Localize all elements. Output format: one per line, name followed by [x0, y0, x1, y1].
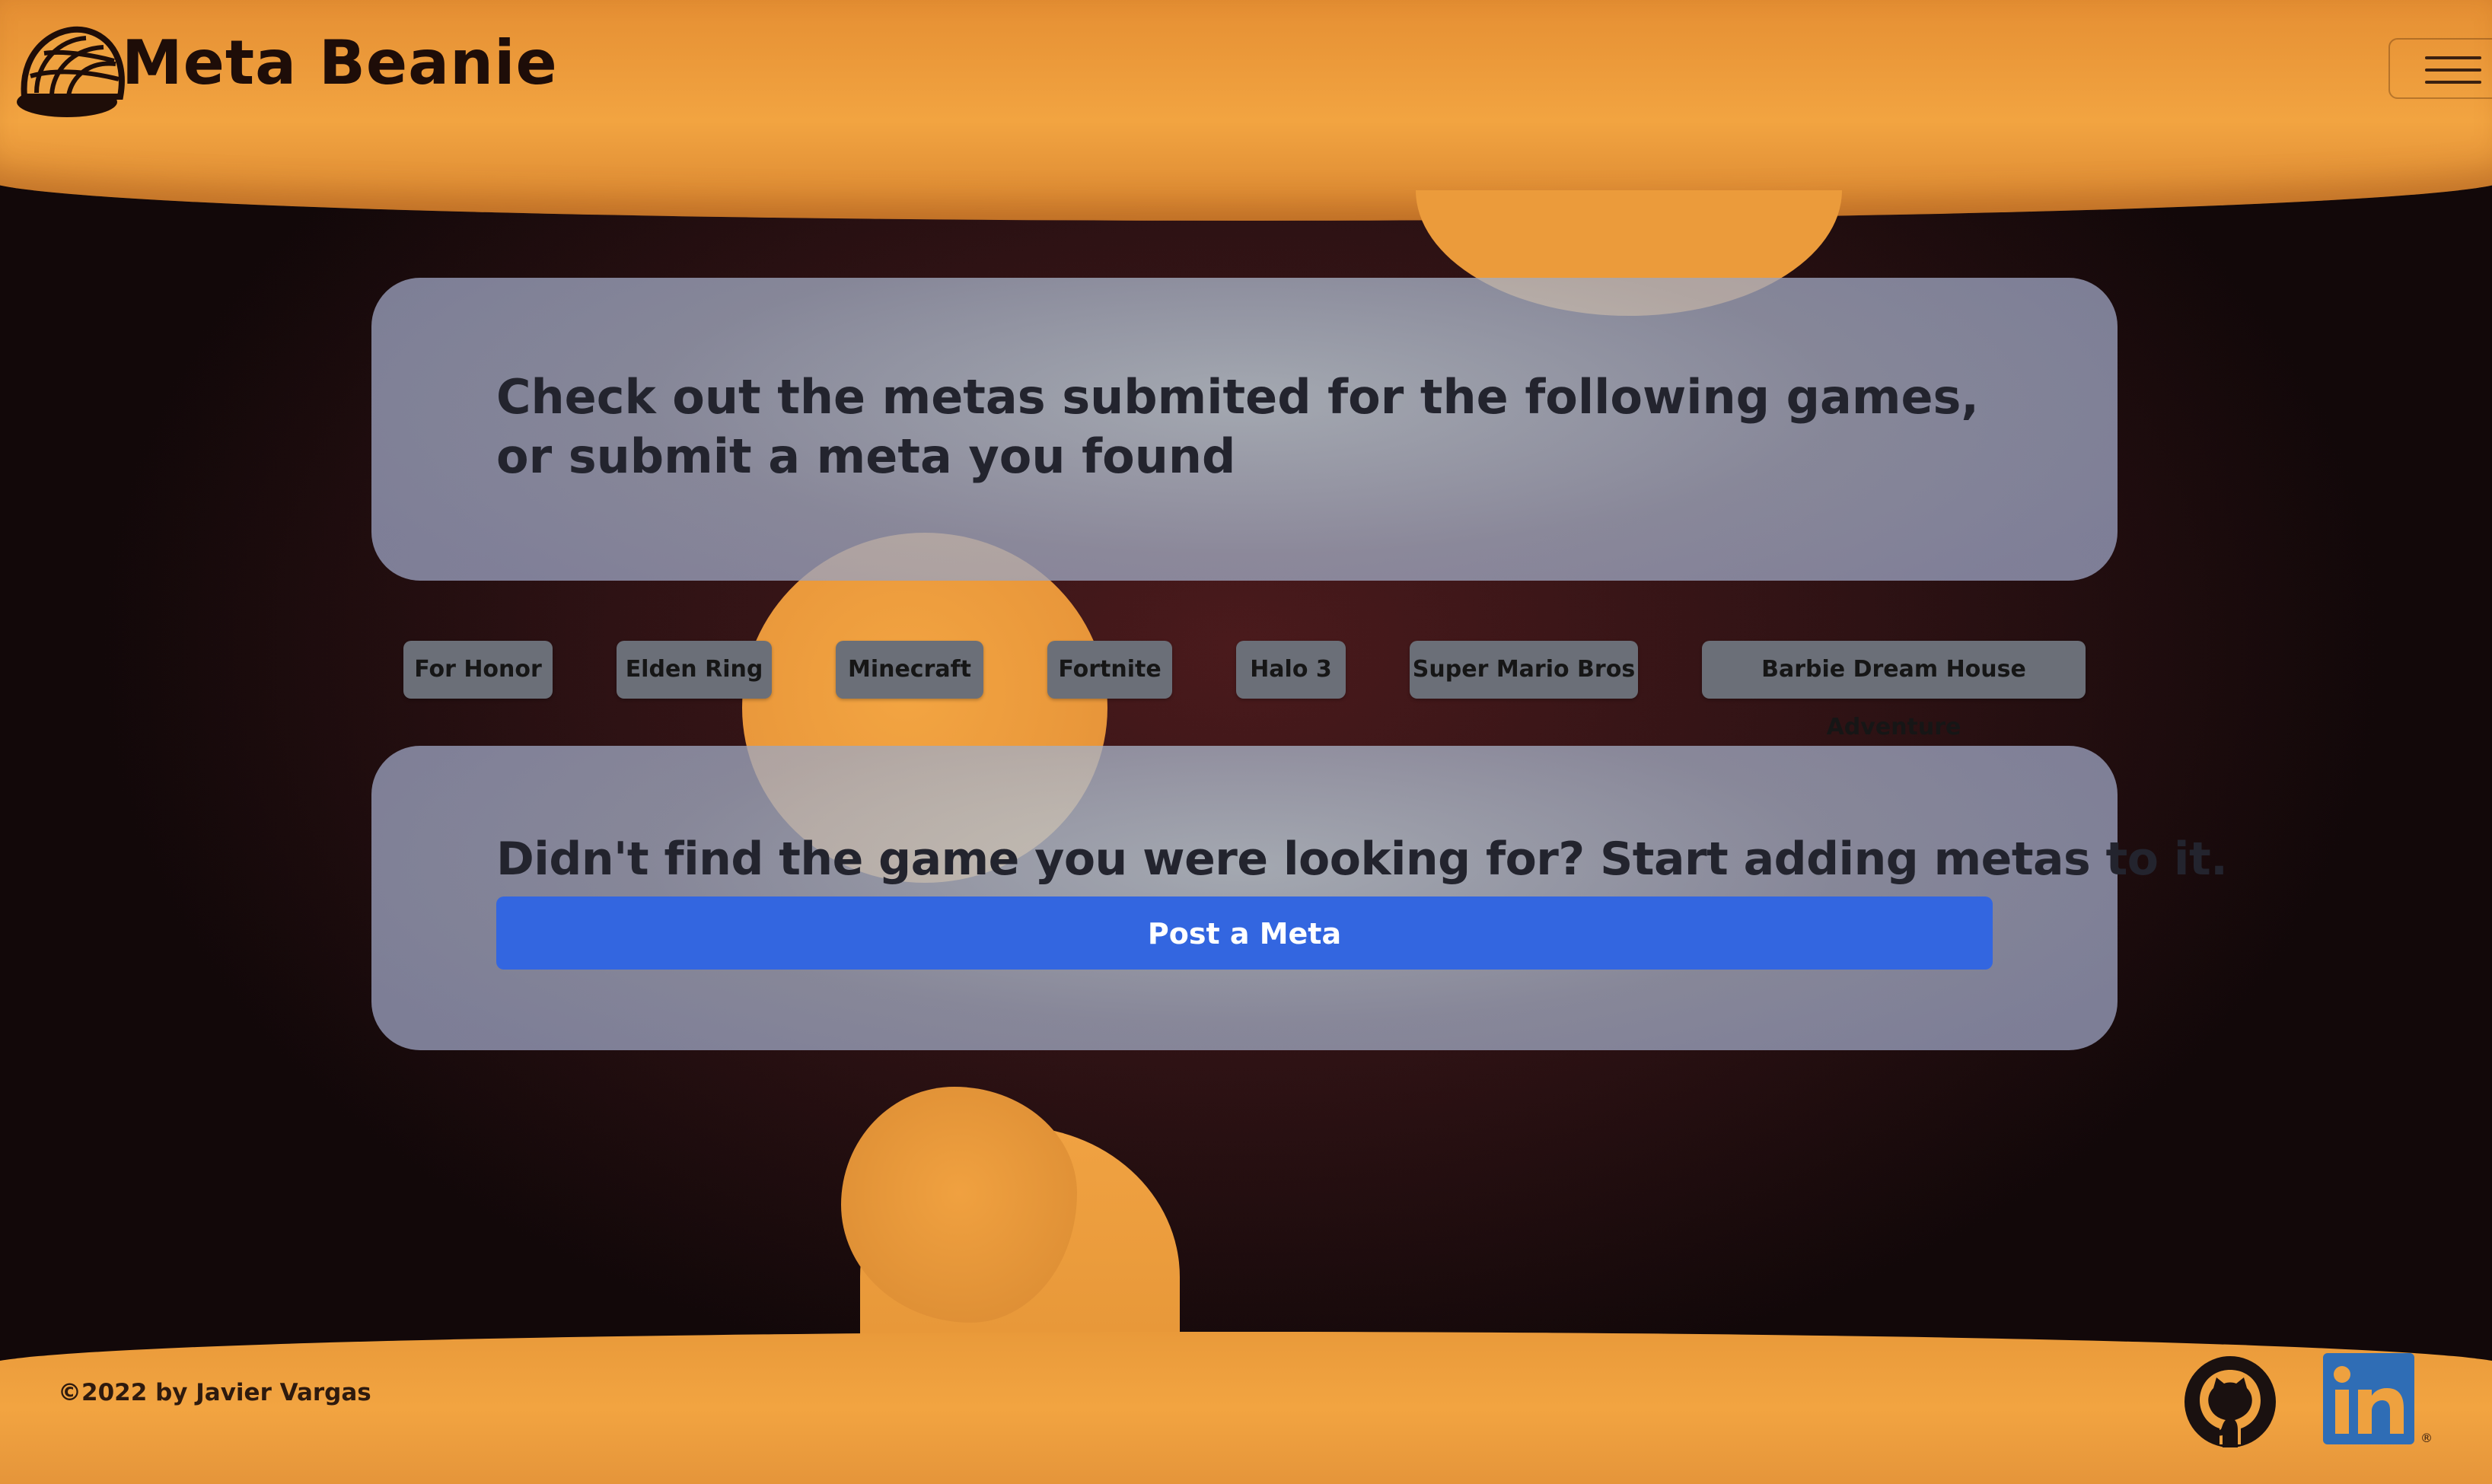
site-footer: ©2022 by Javier Vargas ®: [0, 1339, 2492, 1447]
hamburger-menu-icon: [2425, 56, 2481, 59]
brand-name: Meta Beanie: [122, 27, 558, 98]
github-icon: [2184, 1356, 2276, 1447]
beanie-icon: [17, 26, 125, 117]
game-button-minecraft[interactable]: Minecraft: [836, 641, 983, 699]
linkedin-icon: [2323, 1353, 2414, 1444]
game-button-for-honor[interactable]: For Honor: [403, 641, 553, 699]
intro-card: Check out the metas submited for the fol…: [371, 278, 2118, 581]
copyright-text: ©2022 by Javier Vargas: [58, 1379, 371, 1406]
post-meta-card: Didn't find the game you were looking fo…: [371, 746, 2228, 1050]
hamburger-menu-button[interactable]: [2388, 38, 2492, 99]
game-button-barbie-dream-house-adventure[interactable]: Barbie Dream House Adventure: [1702, 641, 2086, 740]
registered-mark: ®: [2420, 1431, 2433, 1445]
site-header: Meta Beanie: [0, 0, 2492, 152]
game-button-super-mario-bros[interactable]: Super Mario Bros: [1410, 641, 1638, 699]
games-list: For Honor Elden Ring Minecraft Fortnite …: [0, 641, 2492, 740]
game-button-elden-ring[interactable]: Elden Ring: [617, 641, 772, 699]
post-meta-button[interactable]: Post a Meta: [496, 896, 1993, 970]
cta-heading: Didn't find the game you were looking fo…: [496, 833, 2228, 886]
hamburger-line: [2425, 68, 2481, 72]
intro-heading: Check out the metas submited for the fol…: [496, 369, 1979, 484]
hamburger-line: [2425, 81, 2481, 84]
game-button-halo-3[interactable]: Halo 3: [1236, 641, 1346, 699]
game-button-fortnite[interactable]: Fortnite: [1047, 641, 1172, 699]
